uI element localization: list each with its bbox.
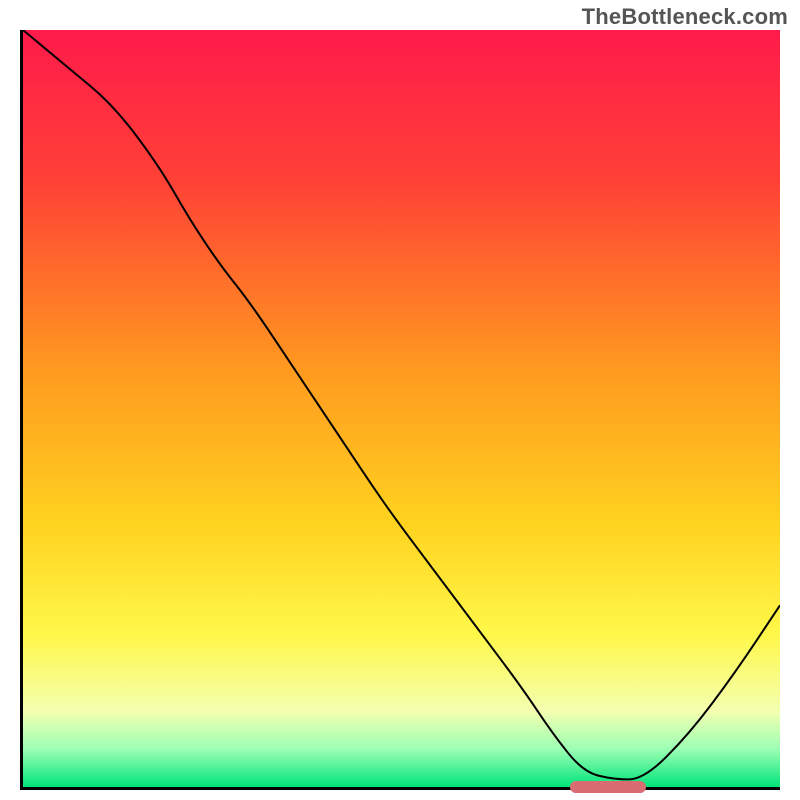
bottleneck-curve — [23, 30, 780, 787]
chart-container: TheBottleneck.com — [0, 0, 800, 800]
plot-area — [20, 30, 780, 790]
watermark-text: TheBottleneck.com — [582, 4, 788, 30]
optimal-range-marker — [570, 781, 646, 793]
